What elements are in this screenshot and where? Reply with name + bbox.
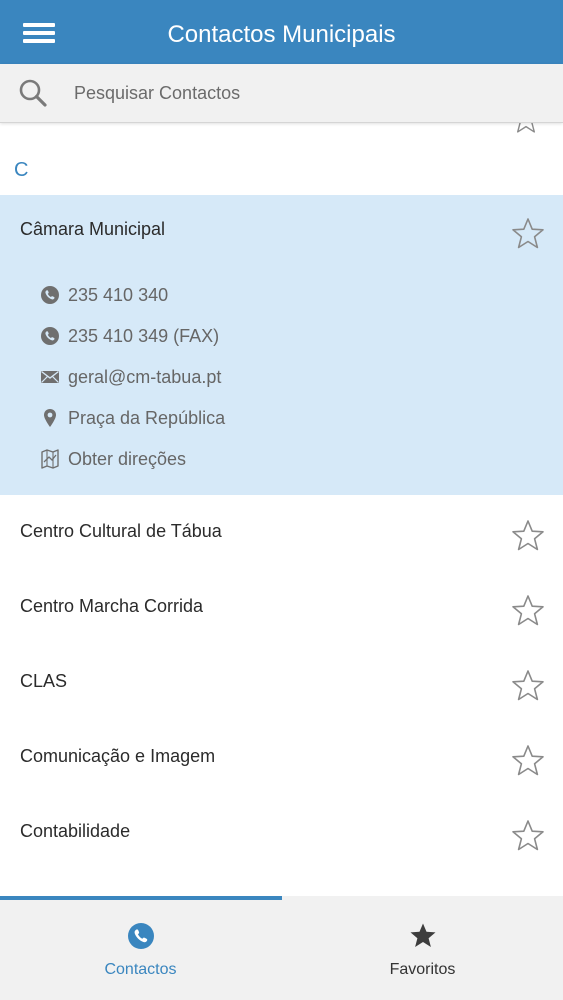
list-item[interactable]: Centro Marcha Corrida [0,570,563,645]
contact-name: Contabilidade [20,821,131,841]
contact-name: Centro Cultural de Tábua [20,521,222,541]
directions-map-icon [41,449,59,469]
favorite-star-icon[interactable] [511,594,545,628]
tab-label: Favoritos [389,961,456,978]
tab-label: Contactos [104,961,177,978]
list-item[interactable]: CLAS [0,645,563,720]
expanded-contact-item[interactable]: Câmara Municipal 235 410 340 235 410 349… [0,195,563,495]
list-item[interactable]: Contabilidade [0,795,563,870]
favorite-star-icon[interactable] [511,519,545,553]
favorite-star-icon[interactable] [511,819,545,853]
street-address: Praça da República [68,407,226,428]
page-title: Contactos Municipais [167,21,396,48]
tab-favoritos[interactable]: Favoritos [282,900,563,1000]
contacts-list: C Câmara Municipal 235 410 340 235 410 3… [0,123,563,896]
search-icon[interactable] [18,78,48,108]
bottom-navigation: Contactos Favoritos [0,896,563,1000]
phone-icon [41,327,59,345]
app-screen: Contactos Municipais C Câmara Municipal [0,0,563,1000]
app-header: Contactos Municipais [0,0,563,64]
fax-detail[interactable]: 235 410 349 (FAX) [40,322,219,350]
search-bar [0,64,563,123]
favorite-star-icon[interactable] [511,744,545,778]
address-detail[interactable]: Praça da República [40,404,225,432]
contact-name: CLAS [20,671,68,691]
list-item[interactable]: Comunicação e Imagem [0,720,563,795]
search-input[interactable] [74,76,534,110]
map-pin-icon [44,409,56,427]
envelope-icon [41,370,59,383]
fax-number: 235 410 349 (FAX) [68,325,220,346]
email-address: geral@cm-tabua.pt [68,366,222,387]
contact-name: Câmara Municipal [20,219,166,239]
directions-detail[interactable]: Obter direções [40,445,186,473]
favorite-star-icon[interactable] [511,217,545,251]
contact-name: Comunicação e Imagem [20,746,216,766]
phone-circle-icon [127,923,154,949]
email-detail[interactable]: geral@cm-tabua.pt [40,363,221,391]
phone-number: 235 410 340 [68,284,169,305]
tab-contactos[interactable]: Contactos [0,900,281,1000]
directions-link: Obter direções [68,448,187,469]
star-filled-icon [410,923,435,947]
section-header-letter: C [14,159,29,181]
list-item[interactable]: Centro Cultural de Tábua [0,495,563,570]
phone-detail[interactable]: 235 410 340 [40,281,168,309]
star-outline-icon[interactable] [511,123,541,135]
contact-name: Centro Marcha Corrida [20,596,204,616]
favorite-star-icon[interactable] [511,669,545,703]
phone-icon [41,286,59,304]
